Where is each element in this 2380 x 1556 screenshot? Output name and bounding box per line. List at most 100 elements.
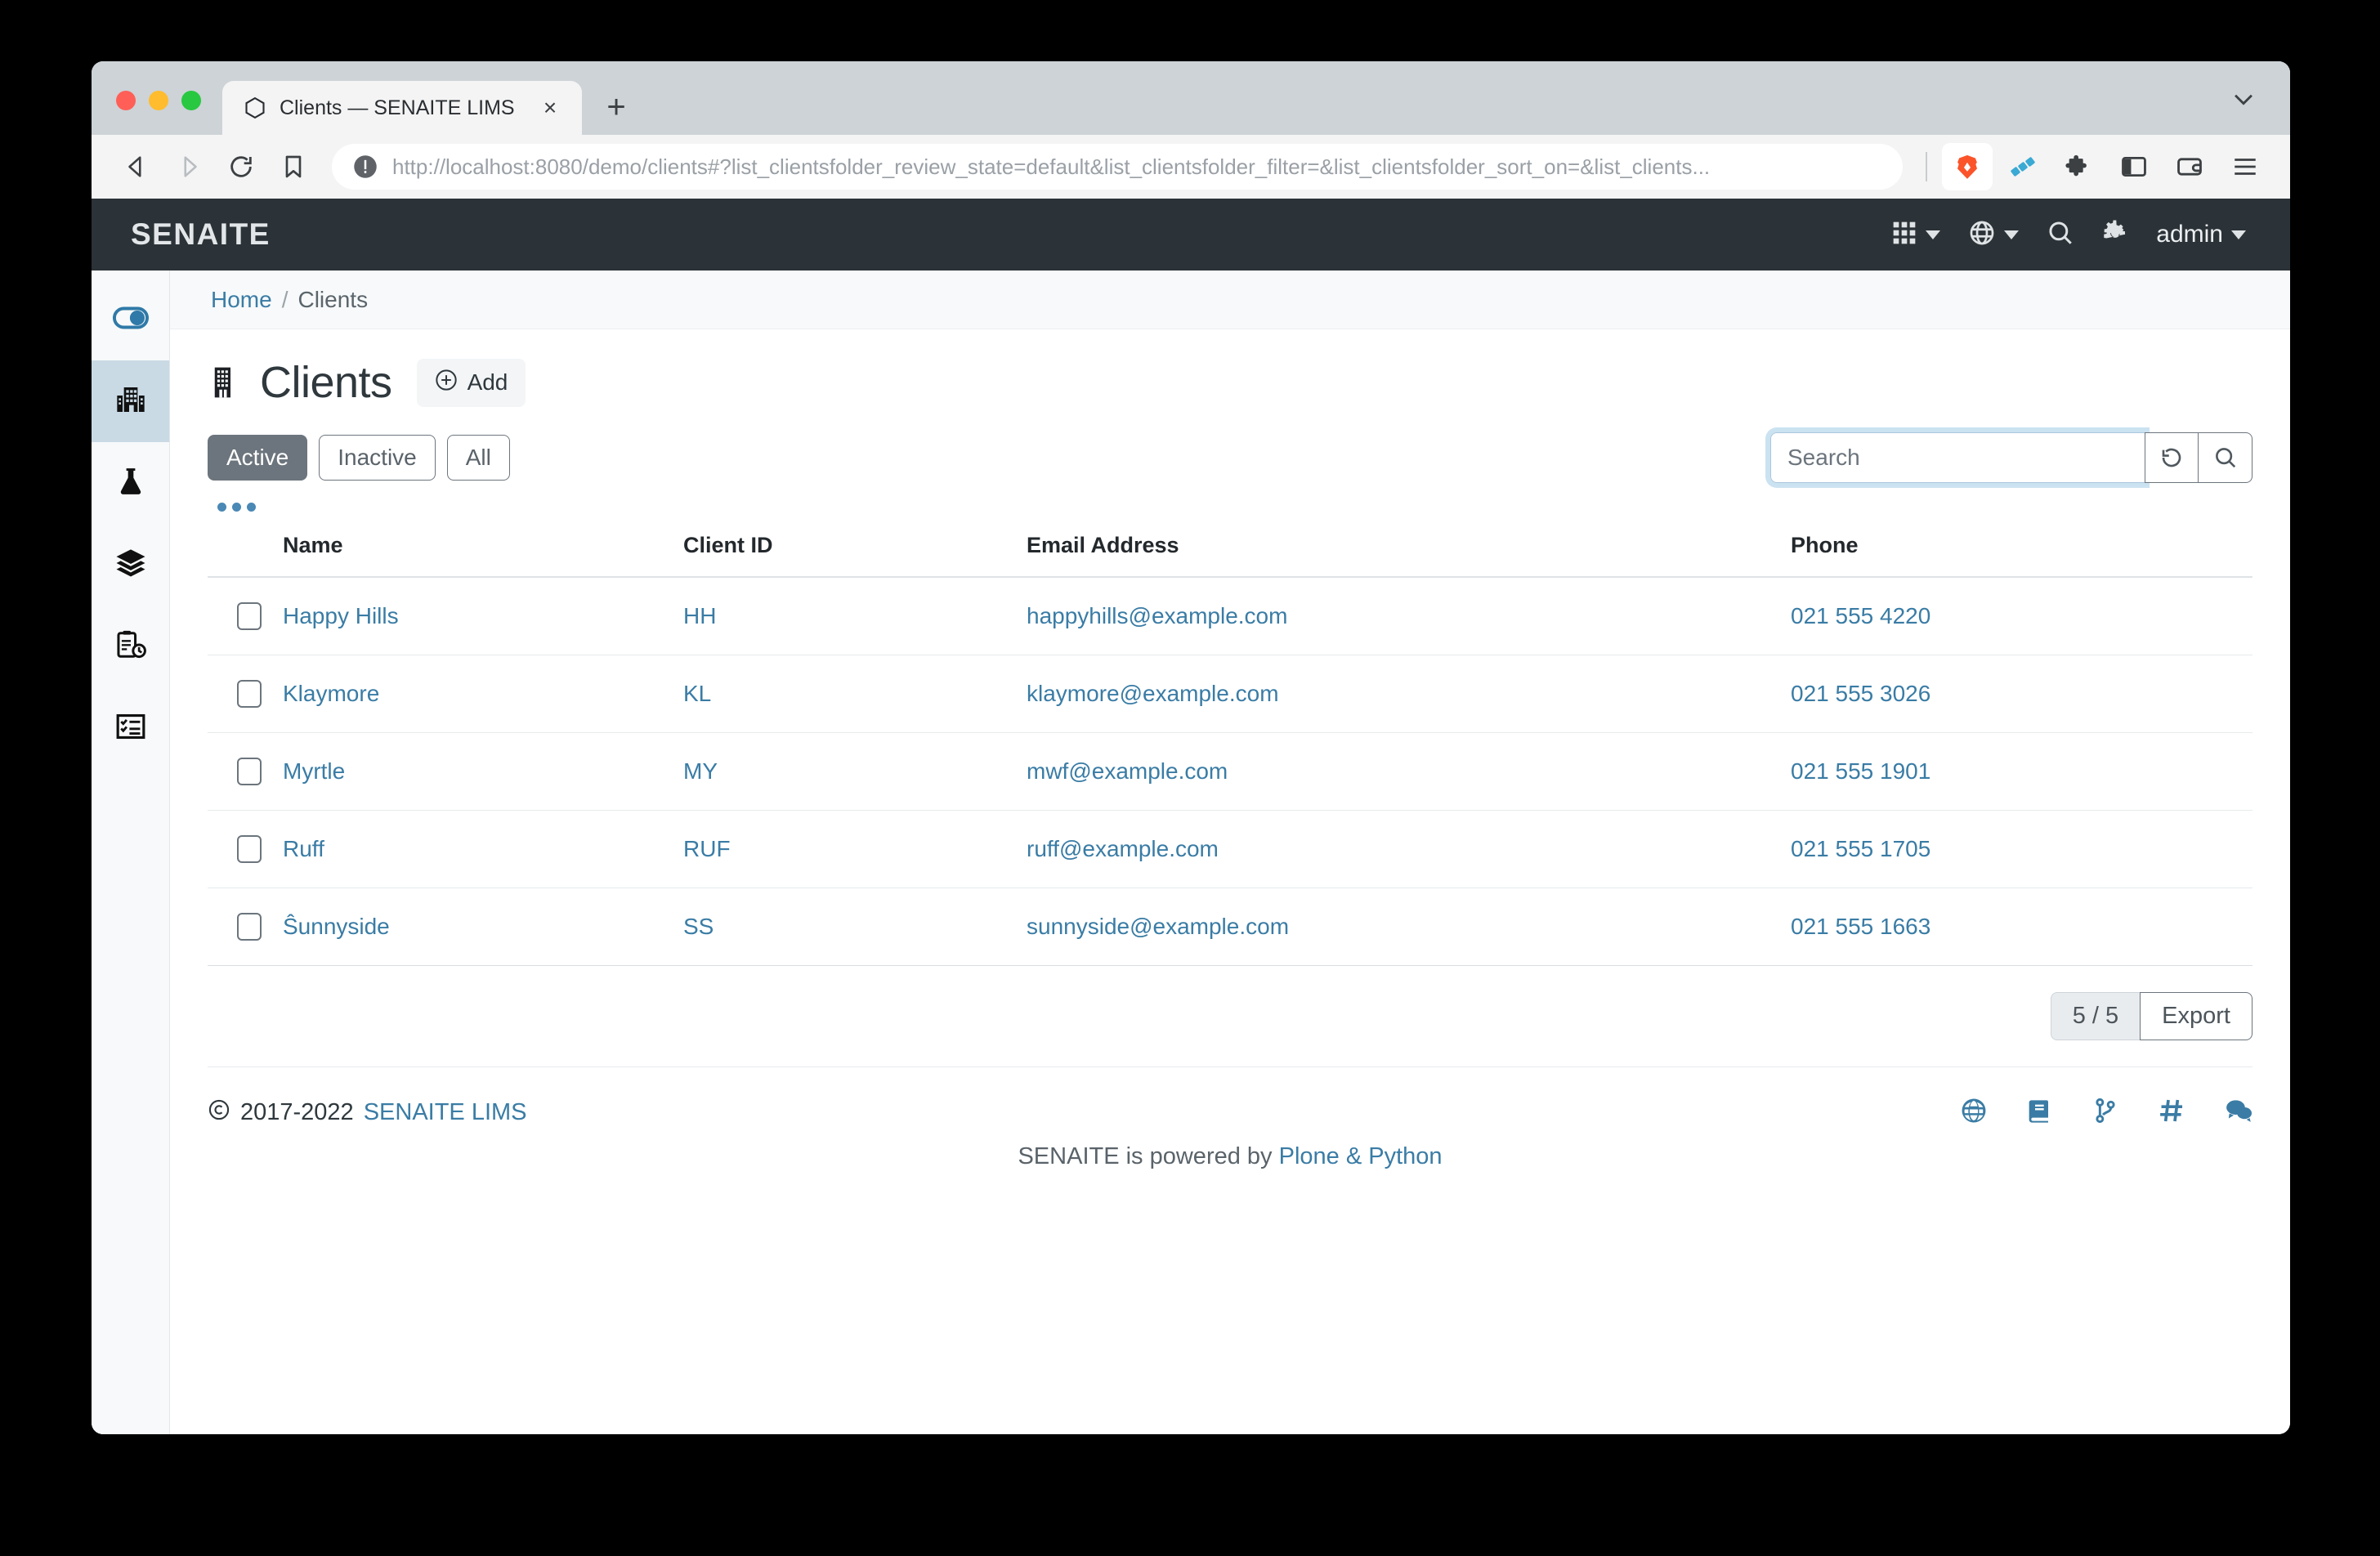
site-info-icon[interactable] xyxy=(353,154,378,179)
maximize-window-button[interactable] xyxy=(181,91,201,110)
client-name-link[interactable]: Ŝunnyside xyxy=(283,914,390,939)
sidebar-item-samples[interactable] xyxy=(92,442,169,524)
cell-phone: 021 555 3026 xyxy=(1791,655,2252,733)
row-checkbox[interactable] xyxy=(237,602,262,630)
sidebar-item-batches[interactable] xyxy=(92,524,169,606)
user-menu-label: admin xyxy=(2156,221,2223,248)
hamburger-menu-icon[interactable] xyxy=(2220,143,2270,190)
client-id-link[interactable]: RUF xyxy=(683,836,731,861)
apps-menu[interactable] xyxy=(1883,213,1948,257)
hashtag-icon[interactable] xyxy=(2158,1097,2185,1129)
row-checkbox[interactable] xyxy=(237,758,262,785)
client-phone-link[interactable]: 021 555 1663 xyxy=(1791,914,1930,939)
window-traffic-lights xyxy=(116,91,201,135)
row-checkbox[interactable] xyxy=(237,835,262,863)
client-name-link[interactable]: Klaymore xyxy=(283,681,379,706)
client-phone-link[interactable]: 021 555 1705 xyxy=(1791,836,1930,861)
close-window-button[interactable] xyxy=(116,91,136,110)
client-name-link[interactable]: Ruff xyxy=(283,836,324,861)
url-bar[interactable]: http://localhost:8080/demo/clients#?list… xyxy=(332,144,1903,190)
three-dots-icon[interactable] xyxy=(217,503,2252,512)
row-checkbox[interactable] xyxy=(237,680,262,708)
client-phone-link[interactable]: 021 555 1901 xyxy=(1791,758,1930,784)
apps-grid-icon xyxy=(1891,220,1917,250)
client-id-link[interactable]: MY xyxy=(683,758,718,784)
code-branch-icon[interactable] xyxy=(2092,1098,2118,1128)
sidebar-item-clients[interactable] xyxy=(92,360,169,442)
row-checkbox[interactable] xyxy=(237,913,262,941)
toggle-columns-row xyxy=(208,483,2252,521)
client-email-link[interactable]: klaymore@example.com xyxy=(1027,681,1279,706)
filter-active-button[interactable]: Active xyxy=(208,435,308,481)
add-client-button[interactable]: Add xyxy=(416,358,526,407)
new-tab-button[interactable]: + xyxy=(592,83,641,132)
cell-name: Myrtle xyxy=(283,732,683,811)
globe-icon[interactable] xyxy=(1960,1097,1988,1129)
column-header-phone[interactable]: Phone xyxy=(1791,521,2252,577)
wallet-icon[interactable] xyxy=(2164,143,2215,190)
client-email-link[interactable]: ruff@example.com xyxy=(1027,836,1219,861)
reload-icon[interactable] xyxy=(217,143,265,190)
search-input[interactable] xyxy=(1770,432,2145,483)
sidebar-item-toggle[interactable] xyxy=(92,279,169,360)
comments-icon[interactable] xyxy=(2225,1097,2252,1129)
table-row[interactable]: Happy Hills HH happyhills@example.com 02… xyxy=(208,577,2252,655)
toolbar-divider xyxy=(1926,152,1927,181)
column-header-select xyxy=(208,521,283,577)
language-menu[interactable] xyxy=(1960,212,2027,257)
clients-building-icon xyxy=(114,383,147,420)
brave-lion-icon[interactable] xyxy=(1942,143,1993,190)
column-header-email[interactable]: Email Address xyxy=(1027,521,1791,577)
table-row[interactable]: Klaymore KL klaymore@example.com 021 555… xyxy=(208,655,2252,733)
column-header-client-id[interactable]: Client ID xyxy=(683,521,1027,577)
client-email-link[interactable]: happyhills@example.com xyxy=(1027,603,1287,628)
brave-rewards-icon[interactable] xyxy=(1998,143,2048,190)
search-submit-button[interactable] xyxy=(2199,432,2252,483)
export-button[interactable]: Export xyxy=(2140,992,2252,1040)
table-header-row: Name Client ID Email Address Phone xyxy=(208,521,2252,577)
client-phone-link[interactable]: 021 555 4220 xyxy=(1791,603,1930,628)
sidebar-item-worksheets[interactable] xyxy=(92,606,169,687)
client-id-link[interactable]: SS xyxy=(683,914,714,939)
table-row[interactable]: Ruff RUF ruff@example.com 021 555 1705 xyxy=(208,810,2252,888)
senaite-header: SENAITE admin xyxy=(92,199,2290,271)
cell-email: klaymore@example.com xyxy=(1027,655,1791,733)
client-email-link[interactable]: sunnyside@example.com xyxy=(1027,914,1289,939)
client-name-link[interactable]: Happy Hills xyxy=(283,603,399,628)
sidebar-panel-icon[interactable] xyxy=(2109,143,2159,190)
book-icon[interactable] xyxy=(2027,1098,2053,1128)
bookmark-icon[interactable] xyxy=(270,143,317,190)
filter-all-button[interactable]: All xyxy=(446,435,510,481)
client-id-link[interactable]: HH xyxy=(683,603,716,628)
settings-button[interactable] xyxy=(2094,213,2136,257)
client-id-link[interactable]: KL xyxy=(683,681,711,706)
table-row[interactable]: Ŝunnyside SS sunnyside@example.com 021 5… xyxy=(208,888,2252,966)
client-name-link[interactable]: Myrtle xyxy=(283,758,345,784)
powered-by-prefix: SENAITE is powered by xyxy=(1018,1143,1273,1169)
senaite-lims-link[interactable]: SENAITE LIMS xyxy=(364,1099,527,1126)
user-menu[interactable]: admin xyxy=(2148,214,2254,255)
column-header-name[interactable]: Name xyxy=(283,521,683,577)
row-select-cell xyxy=(208,810,283,888)
close-tab-button[interactable]: × xyxy=(536,94,564,122)
back-arrow-icon[interactable] xyxy=(113,143,160,190)
search-reset-button[interactable] xyxy=(2145,432,2199,483)
header-search-button[interactable] xyxy=(2038,212,2082,257)
client-email-link[interactable]: mwf@example.com xyxy=(1027,758,1228,784)
dot xyxy=(217,503,226,512)
chevron-down-icon[interactable] xyxy=(2230,85,2257,117)
client-phone-link[interactable]: 021 555 3026 xyxy=(1791,681,1930,706)
filter-inactive-button[interactable]: Inactive xyxy=(319,435,436,481)
senaite-logo[interactable]: SENAITE xyxy=(131,217,271,252)
cell-email: mwf@example.com xyxy=(1027,732,1791,811)
row-select-cell xyxy=(208,655,283,733)
sidebar-item-tasks[interactable] xyxy=(92,687,169,769)
extensions-puzzle-icon[interactable] xyxy=(2053,143,2104,190)
plone-python-link[interactable]: Plone & Python xyxy=(1279,1143,1443,1169)
browser-tab[interactable]: Clients — SENAITE LIMS × xyxy=(222,81,582,135)
breadcrumb-home[interactable]: Home xyxy=(211,287,272,313)
table-row[interactable]: Myrtle MY mwf@example.com 021 555 1901 xyxy=(208,732,2252,811)
review-state-filters: Active Inactive All xyxy=(208,435,510,481)
plus-circle-icon xyxy=(435,369,458,397)
minimize-window-button[interactable] xyxy=(149,91,168,110)
